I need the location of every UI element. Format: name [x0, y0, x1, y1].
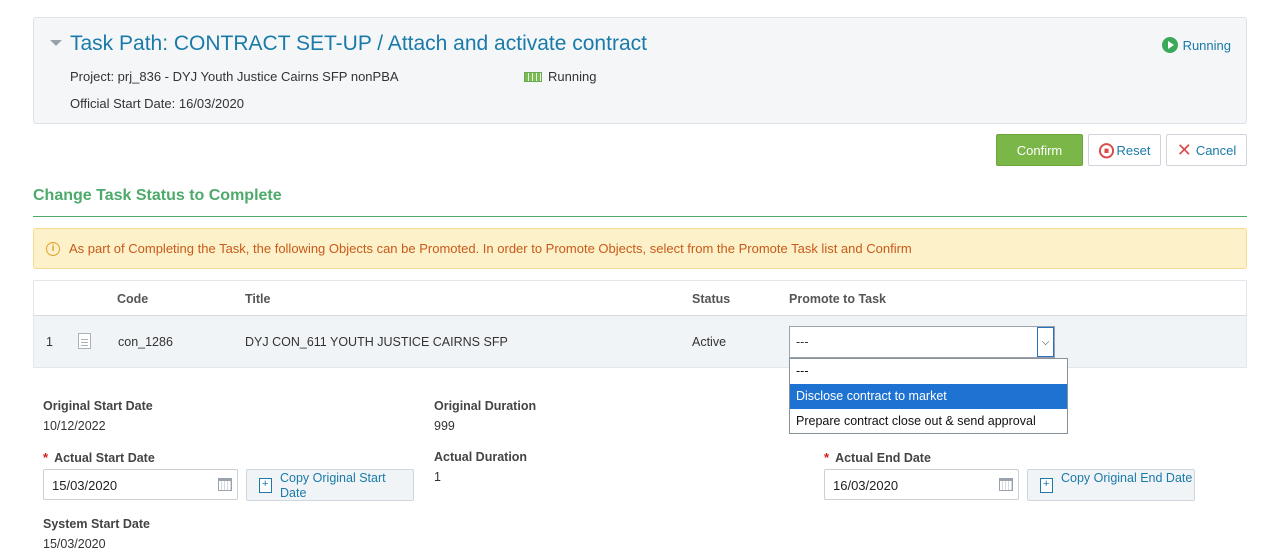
- row-number: 1: [46, 335, 53, 349]
- actual-end-date-value: 16/03/2020: [833, 478, 899, 493]
- original-start-value: 10/12/2022: [43, 419, 106, 433]
- actual-end-date-input[interactable]: 16/03/2020: [824, 469, 1019, 500]
- row-title: DYJ CON_611 YOUTH JUSTICE CAIRNS SFP: [245, 335, 508, 349]
- column-header-promote: Promote to Task: [789, 292, 887, 306]
- copy-icon: [259, 477, 272, 493]
- copy-original-end-label: Copy Original End Date: [1061, 471, 1193, 485]
- alert-text: As part of Completing the Task, the foll…: [69, 241, 912, 256]
- column-header-status[interactable]: Status: [692, 292, 730, 306]
- cancel-button[interactable]: ✕ Cancel: [1166, 134, 1247, 166]
- actual-start-date-input[interactable]: 15/03/2020: [43, 469, 238, 500]
- promote-select-value: ---: [796, 335, 809, 349]
- original-start-label: Original Start Date: [43, 399, 153, 413]
- original-duration-label: Original Duration: [434, 399, 537, 413]
- cancel-label: Cancel: [1195, 142, 1237, 158]
- actual-end-label: * Actual End Date: [824, 450, 931, 465]
- run-status-label: Running: [1182, 37, 1231, 53]
- promote-to-task-select[interactable]: --- ⌵: [789, 326, 1055, 358]
- official-start-date: Official Start Date: 16/03/2020: [70, 96, 244, 111]
- actual-start-label-text: Actual Start Date: [54, 451, 155, 465]
- column-header-title[interactable]: Title: [245, 292, 270, 306]
- row-status: Active: [692, 335, 727, 349]
- play-circle-icon: [1161, 37, 1178, 53]
- chevron-down-icon[interactable]: [50, 40, 62, 46]
- row-code: con_1286: [118, 335, 173, 349]
- dropdown-option[interactable]: ---: [790, 359, 1067, 384]
- project-info: Project: prj_836 - DYJ Youth Justice Cai…: [70, 69, 399, 84]
- battery-icon: [524, 71, 542, 82]
- calendar-icon[interactable]: [218, 478, 232, 491]
- calendar-icon[interactable]: [999, 478, 1013, 491]
- copy-original-end-button[interactable]: Copy Original End Date: [1027, 469, 1195, 501]
- promote-dropdown-list: --- Disclose contract to market Prepare …: [789, 358, 1068, 434]
- actual-end-label-text: Actual End Date: [835, 451, 931, 465]
- reset-button[interactable]: ⨀ Reset: [1088, 134, 1161, 166]
- confirm-label: Confirm: [1016, 142, 1063, 158]
- column-header-code[interactable]: Code: [117, 292, 148, 306]
- system-start-label: System Start Date: [43, 517, 150, 531]
- actual-duration-label: Actual Duration: [434, 450, 528, 464]
- copy-icon: [1040, 477, 1053, 493]
- actual-start-date-value: 15/03/2020: [52, 478, 118, 493]
- system-start-value: 15/03/2020: [43, 537, 106, 551]
- confirm-button[interactable]: Confirm: [996, 134, 1083, 166]
- info-icon: i: [46, 241, 60, 256]
- task-run-status: Running: [1161, 37, 1231, 53]
- task-path-title: Task Path: CONTRACT SET-UP / Attach and …: [70, 32, 647, 55]
- copy-original-start-button[interactable]: Copy Original Start Date: [246, 469, 414, 501]
- section-divider: [33, 216, 1247, 217]
- reset-icon: ⨀: [1098, 142, 1115, 159]
- promote-info-alert: i As part of Completing the Task, the fo…: [33, 228, 1247, 269]
- chevron-down-icon[interactable]: ⌵: [1037, 327, 1054, 357]
- progress-status-label: Running: [548, 69, 597, 84]
- task-header-panel: Task Path: CONTRACT SET-UP / Attach and …: [33, 17, 1247, 124]
- task-progress-status: Running: [524, 69, 596, 84]
- copy-original-start-label: Copy Original Start Date: [280, 471, 386, 500]
- close-icon: ✕: [1176, 139, 1192, 160]
- section-title: Change Task Status to Complete: [33, 187, 282, 204]
- original-duration-value: 999: [434, 419, 455, 433]
- actual-start-label: * Actual Start Date: [43, 450, 155, 465]
- dropdown-option-selected[interactable]: Disclose contract to market: [790, 384, 1067, 409]
- dropdown-option[interactable]: Prepare contract close out & send approv…: [790, 409, 1067, 434]
- reset-label: Reset: [1116, 142, 1151, 158]
- required-marker: *: [824, 450, 830, 465]
- actual-duration-value: 1: [434, 470, 441, 484]
- document-icon: [78, 333, 91, 349]
- required-marker: *: [43, 450, 49, 465]
- table-header: Code Title Status Promote to Task: [33, 280, 1247, 316]
